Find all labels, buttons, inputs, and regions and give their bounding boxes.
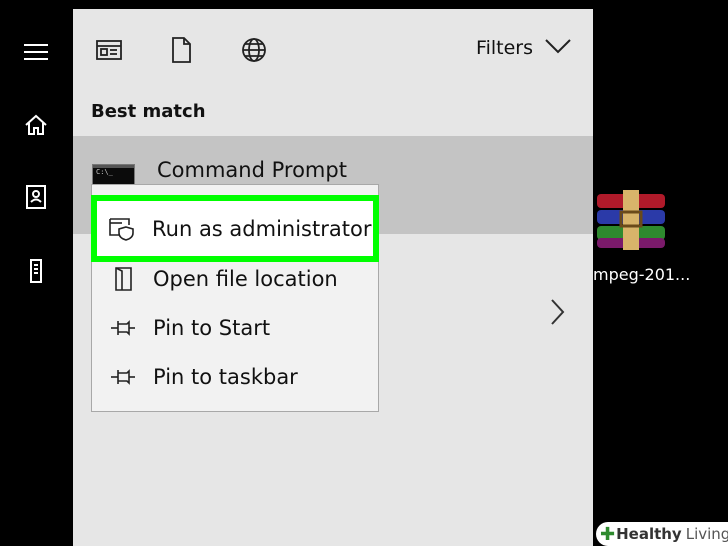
start-left-rail [0,0,73,546]
folder-location-icon [110,266,136,292]
document-view-icon[interactable] [95,36,123,64]
menu-item-run-as-administrator[interactable]: Run as administrator [91,195,379,262]
menu-item-pin-to-start[interactable]: Pin to Start [92,306,378,350]
contact-book-icon[interactable] [22,183,50,211]
globe-icon[interactable] [240,36,268,64]
shield-window-icon [109,216,135,242]
menu-item-label: Pin to taskbar [153,365,298,389]
menu-item-label: Open file location [153,267,338,291]
file-icon[interactable] [167,36,195,64]
desktop-icon-label: mpeg-201... [593,265,691,284]
menu-item-label: Pin to Start [153,316,271,340]
screen: Filters Best match C:\_ Command Prompt R… [0,0,728,546]
watermark-plus-icon: ✚ [600,523,616,545]
chevron-right-icon[interactable] [547,297,567,327]
best-match-heading: Best match [91,101,206,122]
chevron-down-icon [545,37,571,59]
menu-item-label: Run as administrator [152,216,372,241]
search-panel-header: Filters [73,9,593,89]
home-icon[interactable] [22,111,50,139]
watermark-light: Living [685,525,728,543]
watermark-bold: Healthy [616,525,682,543]
filters-label: Filters [476,37,533,59]
pin-icon [110,315,136,341]
healthy-living-watermark: ✚ Healthy Living [596,522,728,546]
filters-button[interactable]: Filters [476,37,571,59]
tower-server-icon[interactable] [22,257,50,285]
hamburger-menu-icon[interactable] [22,38,50,66]
menu-item-pin-to-taskbar[interactable]: Pin to taskbar [92,355,378,399]
result-title: Command Prompt [157,158,347,182]
winrar-archive-icon[interactable] [595,190,667,254]
context-menu: Run as administrator Open file location … [91,184,379,412]
command-prompt-icon-text: C:\_ [96,168,113,176]
pin-icon [110,364,136,390]
menu-item-open-file-location[interactable]: Open file location [92,257,378,301]
